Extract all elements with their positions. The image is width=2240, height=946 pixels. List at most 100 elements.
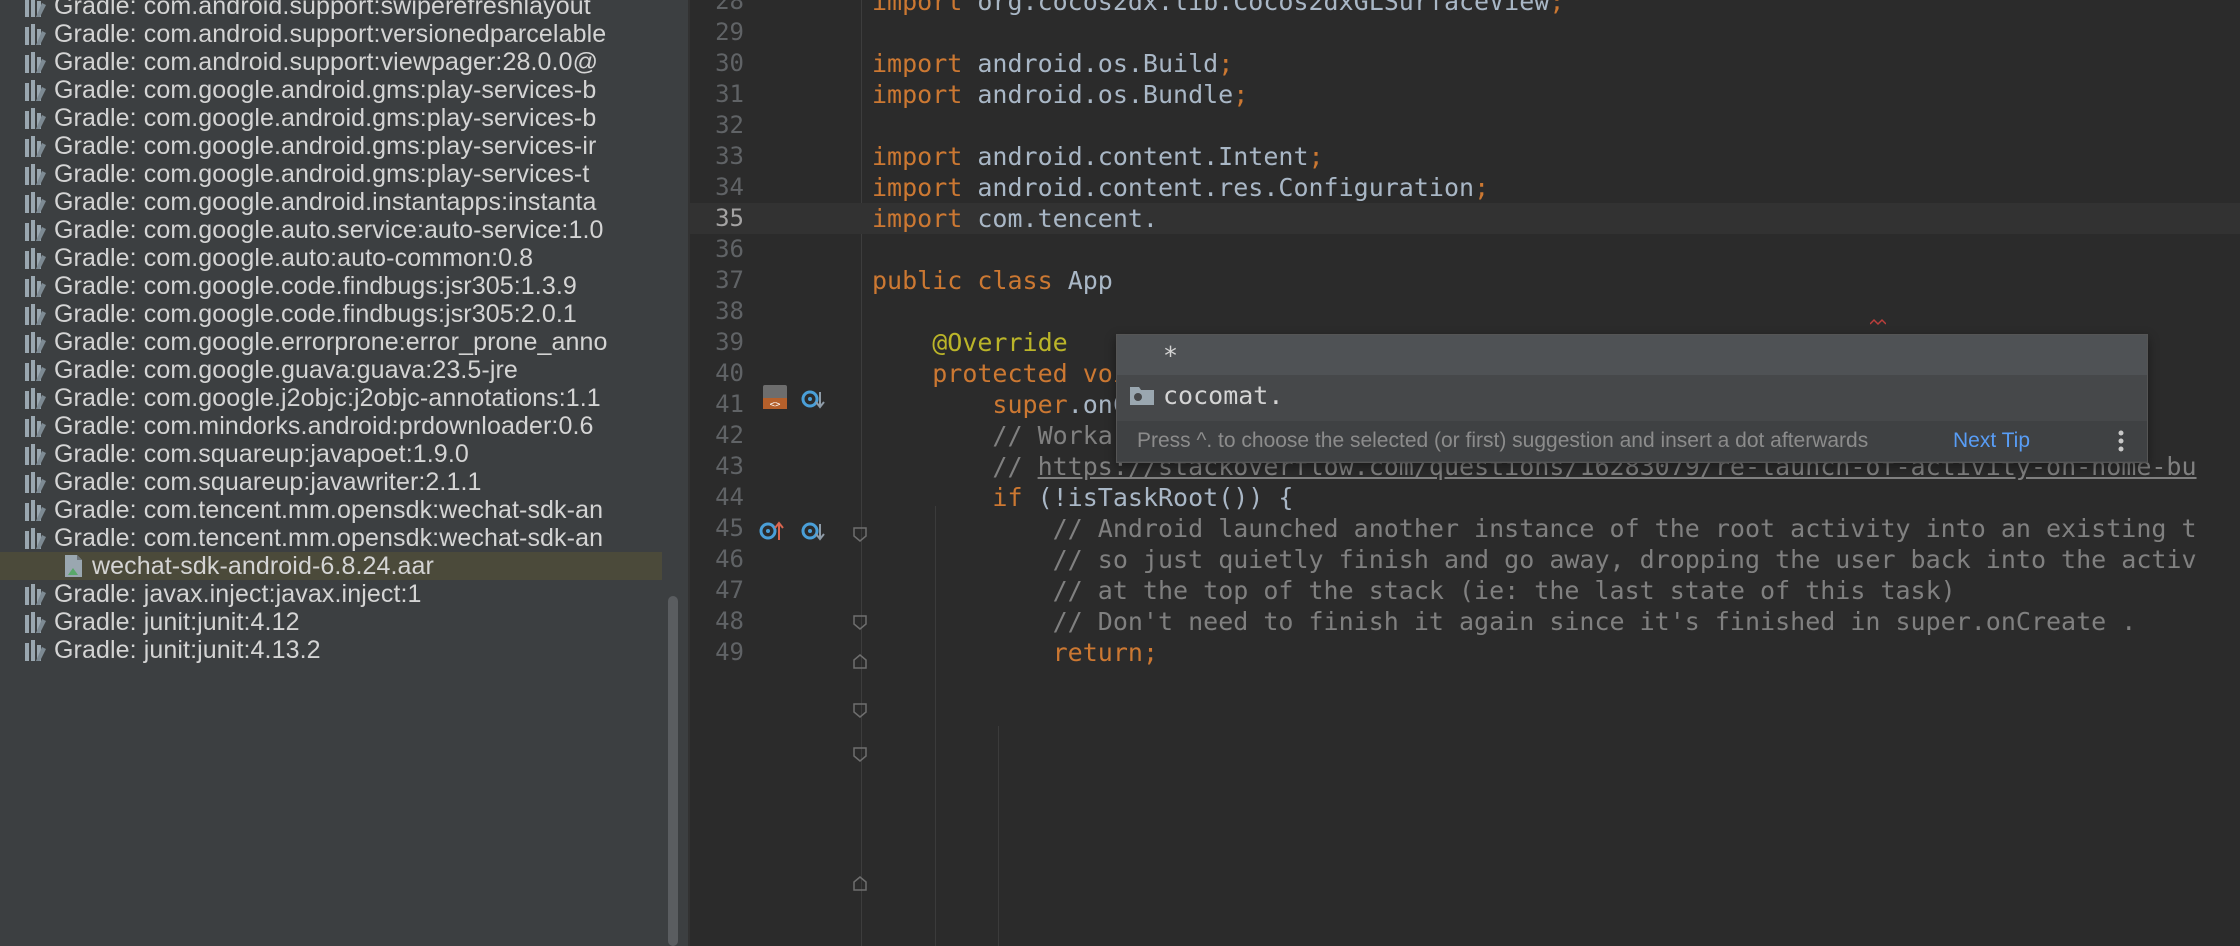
fold-comment-icon[interactable] [850,612,870,632]
code-text: // Don't need to finish it again since i… [1052,607,2137,636]
indent-guide [935,506,936,946]
library-icon [25,108,46,129]
tree-item[interactable]: Gradle: com.google.android.gms:play-serv… [0,160,662,188]
tree-item-label: Gradle: com.google.android.gms:play-serv… [54,76,597,104]
tree-item[interactable]: wechat-sdk-android-6.8.24.aar [0,552,662,580]
fold-comment-end-icon[interactable] [850,652,870,672]
suggestion-item[interactable]: cocomat. [1117,375,2147,415]
tree-item[interactable]: Gradle: com.google.errorprone:error_pron… [0,328,662,356]
library-icon [25,136,46,157]
tree-item-label: Gradle: com.google.errorprone:error_pron… [54,328,608,356]
code-text: // Android launched another instance of … [1052,514,2197,543]
library-icon [25,164,46,185]
code-text: import android.os.Build; [872,49,1234,78]
tree-item[interactable]: Gradle: javax.inject:javax.inject:1 [0,580,662,608]
library-icon [25,360,46,381]
tree-item[interactable]: Gradle: com.squareup:javawriter:2.1.1 [0,468,662,496]
code-line[interactable]: 29 [690,17,2240,48]
tree-item-label: Gradle: com.google.code.findbugs:jsr305:… [54,272,577,300]
tree-item[interactable]: Gradle: com.mindorks.android:prdownloade… [0,412,662,440]
code-text: import com.tencent. [872,204,1158,233]
fold-comment-block-icon[interactable] [850,744,870,764]
code-line[interactable]: 31 import android.os.Bundle; [690,79,2240,110]
tree-item[interactable]: Gradle: junit:junit:4.13.2 [0,636,662,664]
related-symbol-icon[interactable] [798,384,828,414]
line-number: 48 [715,607,744,635]
tree-item[interactable]: Gradle: com.google.android.gms:play-serv… [0,76,662,104]
code-line[interactable]: 33 import android.content.Intent; [690,141,2240,172]
code-line[interactable]: 30 import android.os.Build; [690,48,2240,79]
overrides-method-icon[interactable] [756,516,786,546]
code-line[interactable]: 48 // Don't need to finish it again sinc… [690,606,2240,637]
suggestion-label: cocomat. [1163,380,1284,410]
fold-method-icon[interactable] [850,524,870,544]
library-icon [25,52,46,73]
tree-item[interactable]: Gradle: com.squareup:javapoet:1.9.0 [0,440,662,468]
code-editor[interactable]: 28 import org.cocos2dx.lib.Cocos2dxGLSurf… [690,0,2240,946]
line-number: 43 [715,452,744,480]
next-tip-link[interactable]: Next Tip [1953,421,2030,461]
line-number: 37 [715,266,744,294]
completion-popup: * cocomat. Press ^. to choose the select… [1116,334,2148,463]
tree-item-label: Gradle: com.android.support:versionedpar… [54,20,607,48]
line-number: 44 [715,483,744,511]
library-icon [25,0,46,17]
tree-item-label: Gradle: com.android.support:swiperefresh… [54,0,591,20]
code-text: import android.os.Bundle; [872,80,1249,109]
tree-item[interactable]: Gradle: com.tencent.mm.opensdk:wechat-sd… [0,496,662,524]
tree-item[interactable]: Gradle: com.google.code.findbugs:jsr305:… [0,272,662,300]
tree-item[interactable]: Gradle: com.android.support:swiperefresh… [0,0,662,20]
line-number: 33 [715,142,744,170]
code-text: // so just quietly finish and go away, d… [1052,545,2197,574]
code-line[interactable]: 44 if (!isTaskRoot()) { [690,482,2240,513]
code-line[interactable]: 35 import com.tencent. [690,203,2240,234]
tree-scrollbar-thumb[interactable] [668,596,678,946]
tree-item-label: Gradle: com.squareup:javapoet:1.9.0 [54,440,469,468]
tree-item[interactable]: Gradle: com.google.j2objc:j2objc-annotat… [0,384,662,412]
indent-guide [998,726,999,946]
tree-item[interactable]: Gradle: com.android.support:viewpager:28… [0,48,662,76]
code-line[interactable]: 32 [690,110,2240,141]
tree-item[interactable]: Gradle: com.tencent.mm.opensdk:wechat-sd… [0,524,662,552]
line-number: 31 [715,80,744,108]
tree-item[interactable]: Gradle: com.google.code.findbugs:jsr305:… [0,300,662,328]
code-line[interactable]: 36 [690,234,2240,265]
line-number: 35 [715,204,744,232]
more-options-icon[interactable] [2117,429,2125,453]
suggestion-item[interactable]: * [1117,335,2147,375]
tree-item[interactable]: Gradle: com.google.android.instantapps:i… [0,188,662,216]
fold-if-icon[interactable] [850,700,870,720]
implementation-icon[interactable] [798,516,828,546]
code-line[interactable]: 37 public class App [690,265,2240,296]
line-number: 38 [715,297,744,325]
tree-item[interactable]: Gradle: com.google.android.gms:play-serv… [0,104,662,132]
line-number: 28 [715,0,744,15]
tree-item-label: Gradle: junit:junit:4.13.2 [54,636,321,664]
code-line[interactable]: 47 // at the top of the stack (ie: the l… [690,575,2240,606]
code-line[interactable]: 34 import android.content.res.Configurati… [690,172,2240,203]
code-line[interactable]: 38 [690,296,2240,327]
tree-item[interactable]: Gradle: com.google.android.gms:play-serv… [0,132,662,160]
tree-item-label: Gradle: com.android.support:viewpager:28… [54,48,599,76]
code-line[interactable]: 49 return; [690,637,2240,668]
tree-item[interactable]: Gradle: com.google.auto:auto-common:0.8 [0,244,662,272]
fold-comment-block-end-icon[interactable] [850,874,870,894]
code-line[interactable]: 28 import org.cocos2dx.lib.Cocos2dxGLSurf… [690,0,2240,17]
tree-item[interactable]: Gradle: com.android.support:versionedpar… [0,20,662,48]
tree-item[interactable]: Gradle: junit:junit:4.12 [0,608,662,636]
code-text: import android.content.Intent; [872,142,1324,171]
library-icon [25,584,46,605]
code-line[interactable]: 46 // so just quietly finish and go away… [690,544,2240,575]
tree-item-label: Gradle: com.google.code.findbugs:jsr305:… [54,300,577,328]
tree-item-label: Gradle: com.squareup:javawriter:2.1.1 [54,468,482,496]
android-component-icon[interactable]: <> [760,382,790,412]
line-number: 36 [715,235,744,263]
line-number: 45 [715,514,744,542]
library-icon [25,220,46,241]
tree-item-label: Gradle: com.google.guava:guava:23.5-jre [54,356,518,384]
archive-file-icon [65,555,82,577]
tree-item[interactable]: Gradle: com.google.guava:guava:23.5-jre [0,356,662,384]
code-text: // at the top of the stack (ie: the last… [1052,576,1956,605]
tree-item[interactable]: Gradle: com.google.auto.service:auto-ser… [0,216,662,244]
code-line[interactable]: 45 // Android launched another instance … [690,513,2240,544]
